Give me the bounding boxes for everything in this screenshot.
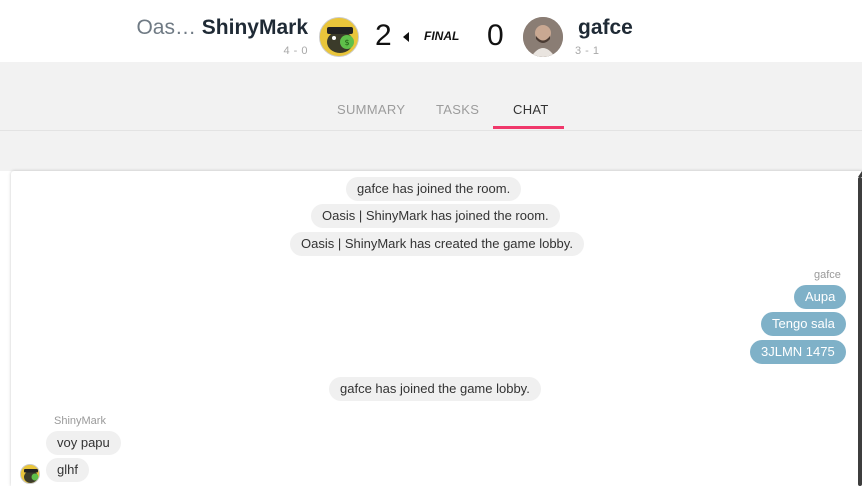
sender-avatar-icon[interactable] xyxy=(20,464,40,484)
outgoing-message: Aupa xyxy=(794,285,847,309)
left-team-name[interactable]: Oas… ShinyMark xyxy=(136,16,308,40)
right-team-avatar-icon[interactable] xyxy=(523,17,563,57)
message-sender: ShinyMark xyxy=(54,415,106,427)
left-team-tag: Oas… xyxy=(136,16,196,39)
incoming-message: voy papu xyxy=(46,431,121,455)
incoming-message: glhf xyxy=(46,458,89,482)
system-message: gafce has joined the room. xyxy=(346,177,522,201)
right-team-name[interactable]: gafce xyxy=(578,16,633,40)
active-tab-indicator xyxy=(493,126,564,129)
left-team-avatar-icon[interactable]: $ xyxy=(319,17,359,57)
outgoing-message: 3JLMN 1475 xyxy=(750,340,846,364)
system-message: Oasis | ShinyMark has joined the room. xyxy=(311,204,560,228)
tab-chat[interactable]: CHAT xyxy=(513,102,549,117)
match-status: FINAL xyxy=(424,29,460,43)
scoreboard: Oas… ShinyMark 4 - 0 $ 2 FINAL 0 gafce 3… xyxy=(0,0,862,62)
message-sender: gafce xyxy=(814,269,841,281)
right-team-record: 3 - 1 xyxy=(575,45,600,57)
tab-bar: SUMMARY TASKS CHAT xyxy=(0,62,862,131)
left-team-score: 2 xyxy=(375,19,392,52)
svg-text:$: $ xyxy=(344,38,349,47)
system-message: gafce has joined the game lobby. xyxy=(329,377,541,401)
outgoing-message: Tengo sala xyxy=(761,312,846,336)
tab-tasks[interactable]: TASKS xyxy=(436,102,479,117)
left-team-record: 4 - 0 xyxy=(283,45,308,57)
chat-panel: gafce has joined the room. Oasis | Shiny… xyxy=(11,171,862,486)
system-message: Oasis | ShinyMark has created the game l… xyxy=(290,232,584,256)
chat-scrollbar[interactable] xyxy=(858,177,862,486)
tab-summary[interactable]: SUMMARY xyxy=(337,102,405,117)
match-page: Oas… ShinyMark 4 - 0 $ 2 FINAL 0 gafce 3… xyxy=(0,0,862,486)
left-team-player: ShinyMark xyxy=(201,16,308,39)
right-team-score: 0 xyxy=(487,19,504,52)
winner-arrow-icon xyxy=(403,32,409,42)
content-background xyxy=(0,131,862,171)
